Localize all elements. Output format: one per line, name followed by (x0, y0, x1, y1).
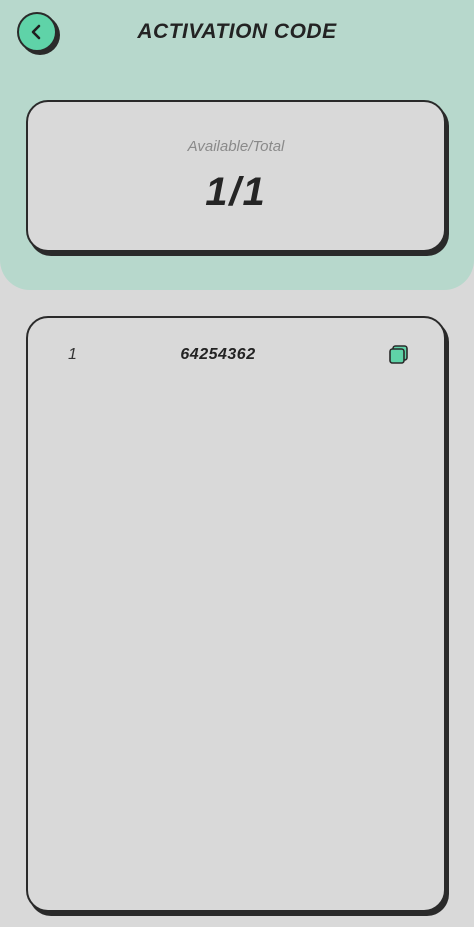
summary-card: Available/Total 1/1 (26, 100, 446, 252)
header: ACTIVATION CODE (0, 0, 474, 68)
page-title: ACTIVATION CODE (137, 20, 337, 43)
summary-value: 1/1 (205, 170, 267, 214)
codes-list: 1 64254362 (26, 316, 446, 912)
list-item: 1 64254362 (28, 342, 444, 372)
copy-button[interactable] (388, 344, 410, 366)
summary-label: Available/Total (187, 138, 285, 155)
activation-code: 64254362 (180, 346, 256, 363)
copy-icon (389, 345, 408, 364)
